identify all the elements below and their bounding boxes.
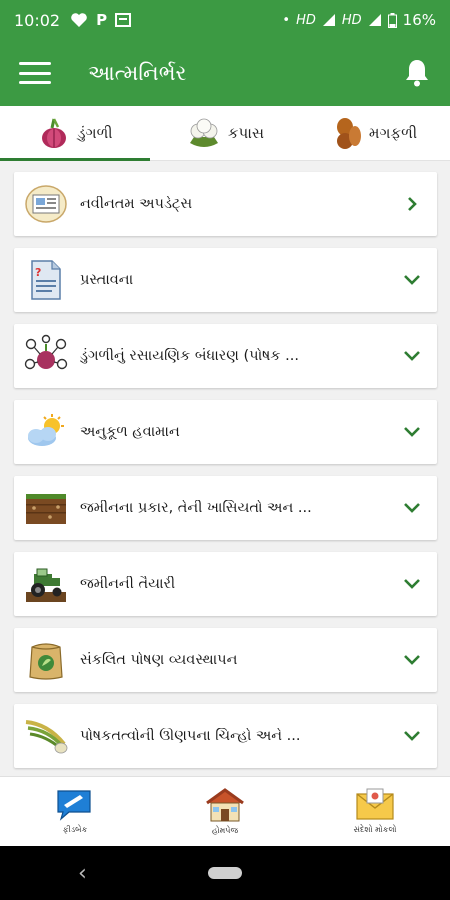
nav-send-message[interactable]: સંદેશો મોકલો	[300, 777, 450, 846]
chevron-down-icon	[401, 497, 423, 519]
calendar-icon	[115, 13, 132, 27]
app-bar: આત્મનિર્ભર	[0, 40, 450, 106]
signal-icon	[322, 14, 335, 26]
list-item-label: સંકલિત પોષણ વ્યવસ્થાપન	[80, 652, 238, 668]
bottom-nav: ફીડબેક હોમપેજ સંદેશો મોકલો	[0, 776, 450, 846]
bell-icon	[406, 60, 428, 87]
list-item[interactable]: ? પ્રસ્તાવના	[14, 248, 437, 312]
status-time: 10:02	[14, 10, 61, 30]
app-notification-icon: P	[96, 11, 108, 29]
heart-icon	[71, 13, 87, 27]
list-item-label: જમીનની તૈયારી	[80, 576, 176, 592]
home-pill-button[interactable]	[208, 867, 242, 879]
hamburger-icon	[19, 62, 51, 84]
signal-icon	[368, 14, 381, 26]
app-title: આત્મનિર્ભર	[88, 60, 187, 85]
chevron-down-icon	[401, 725, 423, 747]
notifications-button[interactable]	[384, 40, 450, 106]
chevron-down-icon	[401, 649, 423, 671]
list-item-label: નવીનતમ અપડેટ્સ	[80, 196, 193, 212]
tractor-icon	[24, 562, 68, 606]
status-bar: 10:02 P • HD HD 16%	[0, 0, 450, 40]
battery-percent: 16%	[402, 11, 436, 29]
nav-label: ફીડબેક	[62, 825, 88, 834]
list-item-label: અનુકૂળ હવામાન	[80, 424, 180, 440]
tab-onion[interactable]: ડુંગળી	[0, 106, 150, 161]
topic-list: નવીનતમ અપડેટ્સ ? પ્રસ્તાવના ડુંગળીનું રસ…	[14, 172, 437, 780]
fertilizer-bag-icon	[24, 638, 68, 682]
tab-label: કપાસ	[227, 124, 265, 142]
list-item[interactable]: અનુકૂળ હવામાન	[14, 400, 437, 464]
chevron-down-icon	[401, 573, 423, 595]
list-item-label: ડુંગળીનું રસાયણિક બંધારણ (પોષક ...	[80, 348, 299, 364]
network-type-1: HD	[296, 12, 316, 28]
mail-icon	[356, 788, 394, 820]
battery-icon	[387, 12, 397, 28]
back-icon[interactable]: ‹	[78, 861, 87, 886]
weather-icon	[24, 410, 68, 454]
list-item-label: પોષકતત્વોની ઊણપના ચિન્હો અને ...	[80, 728, 301, 744]
dot-icon: •	[282, 12, 291, 28]
newspaper-icon	[24, 182, 68, 226]
tab-cotton[interactable]: કપાસ	[150, 106, 300, 160]
chevron-down-icon	[401, 345, 423, 367]
menu-button[interactable]	[0, 40, 70, 106]
list-item[interactable]: જમીનની તૈયારી	[14, 552, 437, 616]
soil-icon	[24, 486, 68, 530]
svg-text:?: ?	[35, 266, 41, 279]
list-item[interactable]: જમીનના પ્રકાર, તેની ખાસિયતો અન ...	[14, 476, 437, 540]
crop-tabs: ડુંગળી કપાસ મગફળી	[0, 106, 450, 161]
tab-label: ડુંગળી	[77, 124, 113, 142]
chevron-down-icon	[401, 421, 423, 443]
nav-feedback[interactable]: ફીડબેક	[0, 777, 150, 846]
chevron-down-icon	[401, 269, 423, 291]
onion-nutrients-icon	[24, 334, 68, 378]
peanut-icon	[336, 118, 361, 149]
list-item-label: જમીનના પ્રકાર, તેની ખાસિયતો અન ...	[80, 500, 312, 516]
nav-home[interactable]: હોમપેજ	[150, 777, 300, 846]
tab-label: મગફળી	[368, 124, 418, 142]
home-icon	[206, 788, 244, 822]
feedback-icon	[57, 790, 91, 821]
network-type-2: HD	[341, 12, 362, 28]
cotton-icon	[189, 118, 218, 147]
tab-peanut[interactable]: મગફળી	[300, 106, 450, 160]
onion-leaves-icon	[24, 714, 68, 758]
system-nav-bar: ‹	[0, 846, 450, 900]
list-item[interactable]: ડુંગળીનું રસાયણિક બંધારણ (પોષક ...	[14, 324, 437, 388]
list-item-label: પ્રસ્તાવના	[80, 272, 134, 288]
list-item[interactable]: સંકલિત પોષણ વ્યવસ્થાપન	[14, 628, 437, 692]
nav-label: સંદેશો મોકલો	[353, 825, 397, 834]
onion-icon	[42, 118, 67, 148]
chevron-right-icon	[401, 193, 423, 215]
list-item[interactable]: પોષકતત્વોની ઊણપના ચિન્હો અને ...	[14, 704, 437, 768]
nav-label: હોમપેજ	[211, 826, 239, 835]
list-item[interactable]: નવીનતમ અપડેટ્સ	[14, 172, 437, 236]
document-icon: ?	[24, 258, 68, 302]
